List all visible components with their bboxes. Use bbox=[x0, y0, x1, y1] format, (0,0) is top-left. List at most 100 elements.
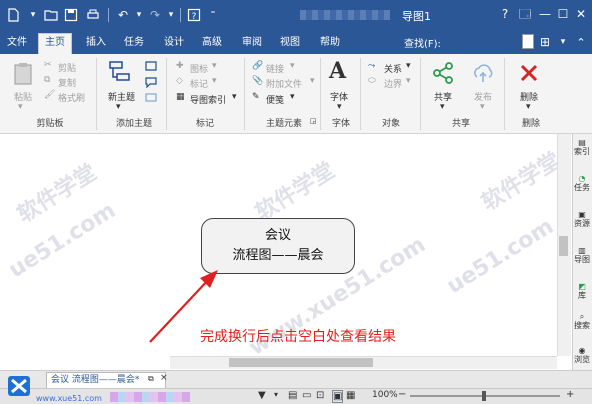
print-icon[interactable] bbox=[84, 6, 102, 24]
side-tab-search[interactable]: ⌕ 搜索 bbox=[573, 312, 591, 330]
paste-icon[interactable] bbox=[12, 62, 34, 86]
vertical-scroll-thumb[interactable] bbox=[559, 236, 568, 256]
side-tab-task[interactable]: ◔ 任务 bbox=[573, 174, 591, 192]
tab-help[interactable]: 帮助 bbox=[316, 35, 344, 54]
open-icon[interactable] bbox=[42, 6, 60, 24]
tab-task[interactable]: 任务 bbox=[120, 35, 148, 54]
relationship-icon[interactable]: ⤳ bbox=[368, 61, 375, 71]
side-tab-library[interactable]: ◩ 库 bbox=[573, 282, 591, 300]
notes-icon[interactable]: ✎ bbox=[252, 92, 260, 102]
notes-button[interactable]: 便笺 bbox=[266, 93, 284, 106]
outline-view-icon[interactable]: ▦ bbox=[346, 390, 355, 401]
group-share-label: 共享 bbox=[451, 119, 470, 129]
paste-button[interactable]: 粘贴 bbox=[14, 90, 32, 103]
notes-dropdown-icon[interactable]: ▾ bbox=[290, 92, 295, 102]
map-icon: ▥ bbox=[578, 246, 586, 255]
minimize-button[interactable]: — bbox=[536, 6, 554, 22]
maximize-button[interactable]: ☐ bbox=[554, 6, 572, 22]
tag-marker-dropdown-icon[interactable]: ▾ bbox=[212, 76, 217, 86]
tab-file[interactable]: 文件 bbox=[4, 35, 30, 54]
format-painter-icon[interactable]: 🖌 bbox=[44, 90, 55, 100]
new-icon[interactable] bbox=[4, 6, 22, 24]
browse-icon: ◉ bbox=[578, 346, 586, 355]
float-topic-icon[interactable] bbox=[144, 92, 158, 104]
zoom-in-icon[interactable]: + bbox=[566, 389, 574, 400]
zoom-fit-icon[interactable]: ⊡ bbox=[316, 390, 324, 401]
map-index-dropdown-icon[interactable]: ▾ bbox=[232, 92, 237, 102]
tab-home[interactable]: 主页 bbox=[38, 33, 72, 54]
tag-marker-icon[interactable]: ◇ bbox=[176, 76, 183, 86]
filter-icon[interactable]: ▼ bbox=[258, 390, 266, 401]
publish-icon[interactable] bbox=[472, 62, 494, 84]
horizontal-scroll-thumb[interactable] bbox=[229, 358, 373, 367]
tab-view[interactable]: 视图 bbox=[276, 35, 304, 54]
cut-button[interactable]: 剪贴 bbox=[58, 61, 76, 74]
boundary-icon[interactable]: ⬭ bbox=[368, 76, 376, 86]
font-dropdown-icon[interactable]: ▾ bbox=[337, 102, 342, 112]
copy-icon[interactable]: ⧉ bbox=[44, 75, 50, 85]
layout-icon[interactable]: ⊞ bbox=[536, 33, 554, 51]
side-tab-map[interactable]: ▥ 导图 bbox=[573, 246, 591, 264]
format-painter-button[interactable]: 格式刷 bbox=[58, 91, 85, 104]
dialog-launcher-icon[interactable]: ◲ bbox=[310, 117, 317, 125]
font-icon[interactable]: A bbox=[329, 58, 346, 84]
ribbon-display-button[interactable]: 🗔 bbox=[516, 6, 534, 22]
filter-dropdown-icon[interactable]: ▾ bbox=[274, 390, 278, 399]
share-dropdown-icon[interactable]: ▾ bbox=[440, 102, 445, 112]
redo-dropdown-icon[interactable]: ▾ bbox=[162, 6, 180, 24]
delete-dropdown-icon[interactable]: ▾ bbox=[526, 102, 531, 112]
relationship-dropdown-icon[interactable]: ▾ bbox=[406, 61, 411, 71]
side-tab-index-label: 索引 bbox=[574, 147, 590, 156]
copy-button[interactable]: 复制 bbox=[58, 76, 76, 89]
side-tab-browse[interactable]: ◉ 浏览 bbox=[573, 346, 591, 364]
customize-qa-icon[interactable]: ⁼ bbox=[204, 6, 222, 24]
hyperlink-button[interactable]: 链接 bbox=[266, 62, 284, 75]
help-button[interactable]: ? bbox=[496, 6, 514, 22]
side-tab-index[interactable]: ▤ 索引 bbox=[573, 138, 591, 156]
tab-restore-icon[interactable]: ⧉ bbox=[148, 374, 154, 384]
boundary-button[interactable]: 边界 bbox=[384, 77, 402, 90]
tag-marker-button[interactable]: 标记 bbox=[190, 77, 208, 90]
relationship-button[interactable]: 关系 bbox=[384, 62, 402, 75]
callout-icon[interactable] bbox=[144, 76, 158, 88]
layout-dropdown-icon[interactable]: ▾ bbox=[554, 33, 572, 51]
map-index-icon[interactable]: ▦ bbox=[176, 92, 185, 102]
cut-icon[interactable]: ✂ bbox=[44, 60, 52, 70]
boundary-dropdown-icon[interactable]: ▾ bbox=[406, 76, 411, 86]
new-topic-icon[interactable] bbox=[108, 60, 132, 84]
subtopic-icon[interactable] bbox=[144, 60, 158, 72]
view-mode-icon[interactable]: ▤ bbox=[288, 390, 297, 401]
hyperlink-icon[interactable]: 🔗 bbox=[252, 61, 263, 71]
icon-marker-icon[interactable]: ✚ bbox=[176, 61, 184, 71]
side-tab-resource[interactable]: ▣ 资源 bbox=[573, 210, 591, 228]
watermark-5: 软件学堂 bbox=[477, 148, 566, 217]
paste-dropdown-icon[interactable]: ▾ bbox=[18, 102, 23, 112]
new-topic-dropdown-icon[interactable]: ▾ bbox=[116, 102, 121, 112]
tab-advanced[interactable]: 高级 bbox=[198, 35, 226, 54]
share-icon[interactable] bbox=[432, 62, 454, 84]
delete-icon[interactable] bbox=[518, 62, 540, 84]
attachment-dropdown-icon[interactable]: ▾ bbox=[310, 76, 315, 86]
tab-close-icon[interactable]: × bbox=[160, 373, 168, 383]
map-index-button[interactable]: 导图索引 bbox=[190, 93, 226, 106]
tab-design[interactable]: 设计 bbox=[160, 35, 188, 54]
hyperlink-dropdown-icon[interactable]: ▾ bbox=[290, 61, 295, 71]
zoom-out-icon[interactable]: − bbox=[398, 389, 406, 400]
search-input[interactable] bbox=[522, 34, 534, 49]
attachment-icon[interactable]: 📎 bbox=[252, 76, 263, 86]
attachment-button[interactable]: 附加文件 bbox=[266, 77, 302, 90]
dropdown-icon[interactable]: ▾ bbox=[24, 6, 42, 24]
save-icon[interactable] bbox=[62, 6, 80, 24]
tab-review[interactable]: 审阅 bbox=[238, 35, 266, 54]
collapse-ribbon-icon[interactable]: ⌃ bbox=[572, 33, 590, 51]
normal-view-icon[interactable]: ▣ bbox=[332, 390, 344, 403]
icon-marker-button[interactable]: 图标 bbox=[190, 62, 208, 75]
fit-map-icon[interactable]: ▭ bbox=[302, 390, 311, 401]
help-icon[interactable]: ? bbox=[185, 6, 203, 24]
close-button[interactable]: ✕ bbox=[572, 6, 590, 22]
zoom-slider-thumb[interactable] bbox=[482, 391, 486, 401]
icon-marker-dropdown-icon[interactable]: ▾ bbox=[212, 61, 217, 71]
publish-dropdown-icon[interactable]: ▾ bbox=[480, 102, 485, 112]
new-topic-button[interactable]: 新主题 bbox=[108, 90, 135, 103]
tab-insert[interactable]: 插入 bbox=[82, 35, 110, 54]
